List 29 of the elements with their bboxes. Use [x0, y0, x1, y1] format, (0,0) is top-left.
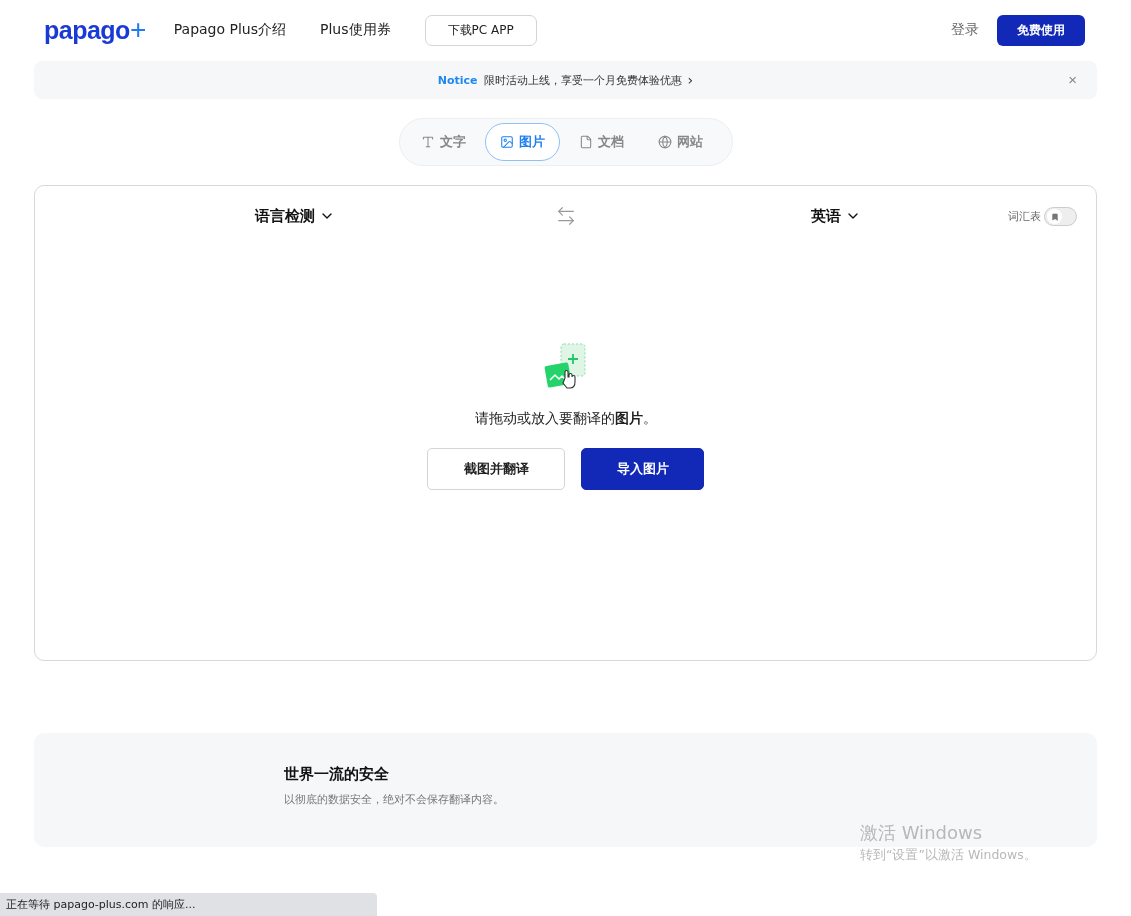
- globe-icon: [657, 135, 672, 149]
- screenshot-translate-button[interactable]: 截图并翻译: [427, 448, 565, 490]
- close-button[interactable]: ×: [1062, 70, 1083, 89]
- import-image-button[interactable]: 导入图片: [581, 448, 704, 490]
- mode-tab[interactable]: 网站: [642, 123, 718, 161]
- download-button[interactable]: 下载PC APP: [424, 14, 537, 46]
- activation-title: 激活 Windows: [860, 821, 984, 845]
- mode-tab[interactable]: 图片: [484, 123, 560, 161]
- activation-text: 转到“设置”以激活 Windows。: [860, 847, 1037, 864]
- notice-text: 限时活动上线，享受一个月免费体验优惠: [483, 72, 682, 88]
- source-language-select[interactable]: 语言检测: [249, 205, 342, 227]
- target-language-select[interactable]: 英语: [804, 205, 867, 227]
- file-icon: [578, 135, 593, 149]
- feature-title: 世界一流的安全: [284, 765, 390, 784]
- status-bar: 正在等待 papago-plus.com 的响应...: [0, 893, 377, 916]
- free-trial-button[interactable]: 免费使用: [997, 14, 1085, 46]
- nav-link[interactable]: Plus使用券: [320, 21, 391, 39]
- image-icon: [499, 135, 514, 149]
- feature-text: 以彻底的数据安全，绝对不会保存翻译内容。: [284, 792, 505, 807]
- nav-link[interactable]: Papago Plus介绍: [173, 21, 287, 39]
- login-link[interactable]: 登录: [951, 21, 979, 39]
- notice-arrow[interactable]: ›: [687, 72, 694, 88]
- drop-prompt: 请拖动或放入要翻译的图片。: [474, 410, 657, 428]
- text-icon: [420, 135, 435, 149]
- glossary-label: 词汇表: [1008, 209, 1041, 224]
- notice-tag: Notice: [437, 73, 478, 87]
- logo[interactable]: papago+: [44, 14, 146, 46]
- bookmark-icon: [1050, 212, 1059, 221]
- glossary-toggle[interactable]: [1044, 207, 1077, 226]
